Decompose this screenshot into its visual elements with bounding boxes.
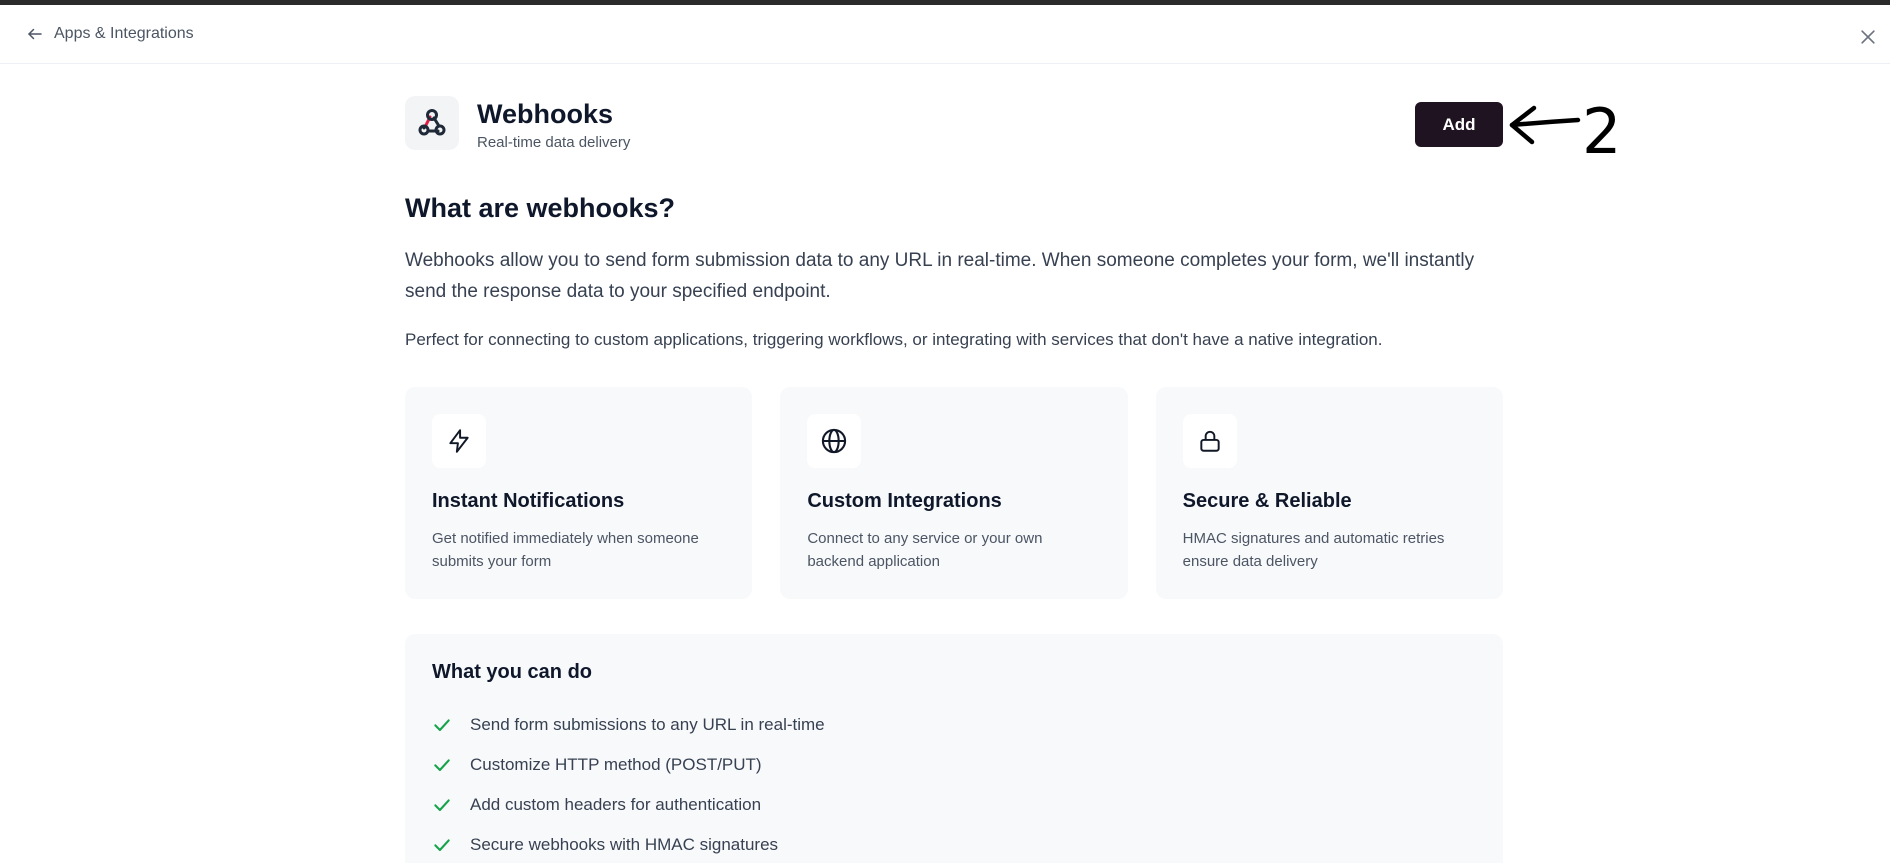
- back-link[interactable]: Apps & Integrations: [26, 25, 194, 43]
- intro-paragraph: Webhooks allow you to send form submissi…: [405, 250, 1475, 302]
- card-custom-integrations: Custom Integrations Connect to any servi…: [780, 387, 1128, 599]
- check-icon: [434, 839, 450, 852]
- check-icon: [434, 799, 450, 812]
- page-title: Webhooks: [477, 99, 614, 129]
- card-icon-box: [1182, 414, 1237, 468]
- capabilities-list: Send form submissions to any URL in real…: [432, 705, 825, 863]
- section-heading: What are webhooks?: [405, 193, 676, 223]
- card-title: Custom Integrations: [807, 490, 1002, 512]
- card-secure-reliable: Secure & Reliable HMAC signatures and au…: [1155, 387, 1503, 599]
- list-item: Customize HTTP method (POST/PUT): [432, 745, 825, 785]
- card-title: Instant Notifications: [432, 490, 625, 512]
- webhook-icon: [418, 109, 446, 136]
- annotation-number: 2: [1582, 95, 1622, 168]
- list-item-label: Secure webhooks with HMAC signatures: [470, 835, 779, 854]
- globe-icon: [822, 428, 847, 454]
- card-icon-box: [807, 414, 862, 468]
- check-icon: [434, 759, 450, 772]
- back-link-label: Apps & Integrations: [54, 25, 194, 42]
- list-item-label: Add custom headers for authentication: [470, 795, 762, 814]
- card-icon-box: [432, 414, 486, 468]
- list-item: Add custom headers for authentication: [432, 785, 825, 825]
- page-subtitle: Real-time data delivery: [477, 134, 631, 151]
- card-description: HMAC signatures and automatic retries en…: [1182, 530, 1445, 570]
- list-item: Send form submissions to any URL in real…: [432, 705, 825, 745]
- check-icon: [434, 719, 450, 732]
- add-button[interactable]: Add: [1415, 102, 1503, 147]
- feature-cards: Instant Notifications Get notified immed…: [405, 387, 1503, 599]
- integration-logo: [405, 96, 459, 150]
- list-item: Secure webhooks with HMAC signatures: [432, 825, 825, 863]
- main-content: Webhooks Real-time data delivery Add 2 W…: [405, 96, 1621, 863]
- close-icon[interactable]: [1858, 27, 1878, 47]
- header: Apps & Integrations: [0, 5, 1890, 64]
- card-title: Secure & Reliable: [1182, 490, 1352, 512]
- list-item-label: Customize HTTP method (POST/PUT): [470, 755, 762, 774]
- list-item-label: Send form submissions to any URL in real…: [470, 715, 825, 734]
- card-instant-notifications: Instant Notifications Get notified immed…: [405, 387, 753, 599]
- integration-hero: Webhooks Real-time data delivery Add 2: [405, 96, 1621, 164]
- card-description: Get notified immediately when someone su…: [432, 530, 699, 570]
- arrow-left-icon: [28, 28, 42, 40]
- intro-paragraph-secondary: Perfect for connecting to custom applica…: [405, 330, 1383, 349]
- capabilities-panel: What you can do Send form submissions to…: [405, 634, 1503, 863]
- card-description: Connect to any service or your own backe…: [807, 530, 1043, 570]
- lock-icon: [1200, 430, 1220, 452]
- lightning-icon: [449, 429, 469, 453]
- capabilities-title: What you can do: [432, 661, 592, 683]
